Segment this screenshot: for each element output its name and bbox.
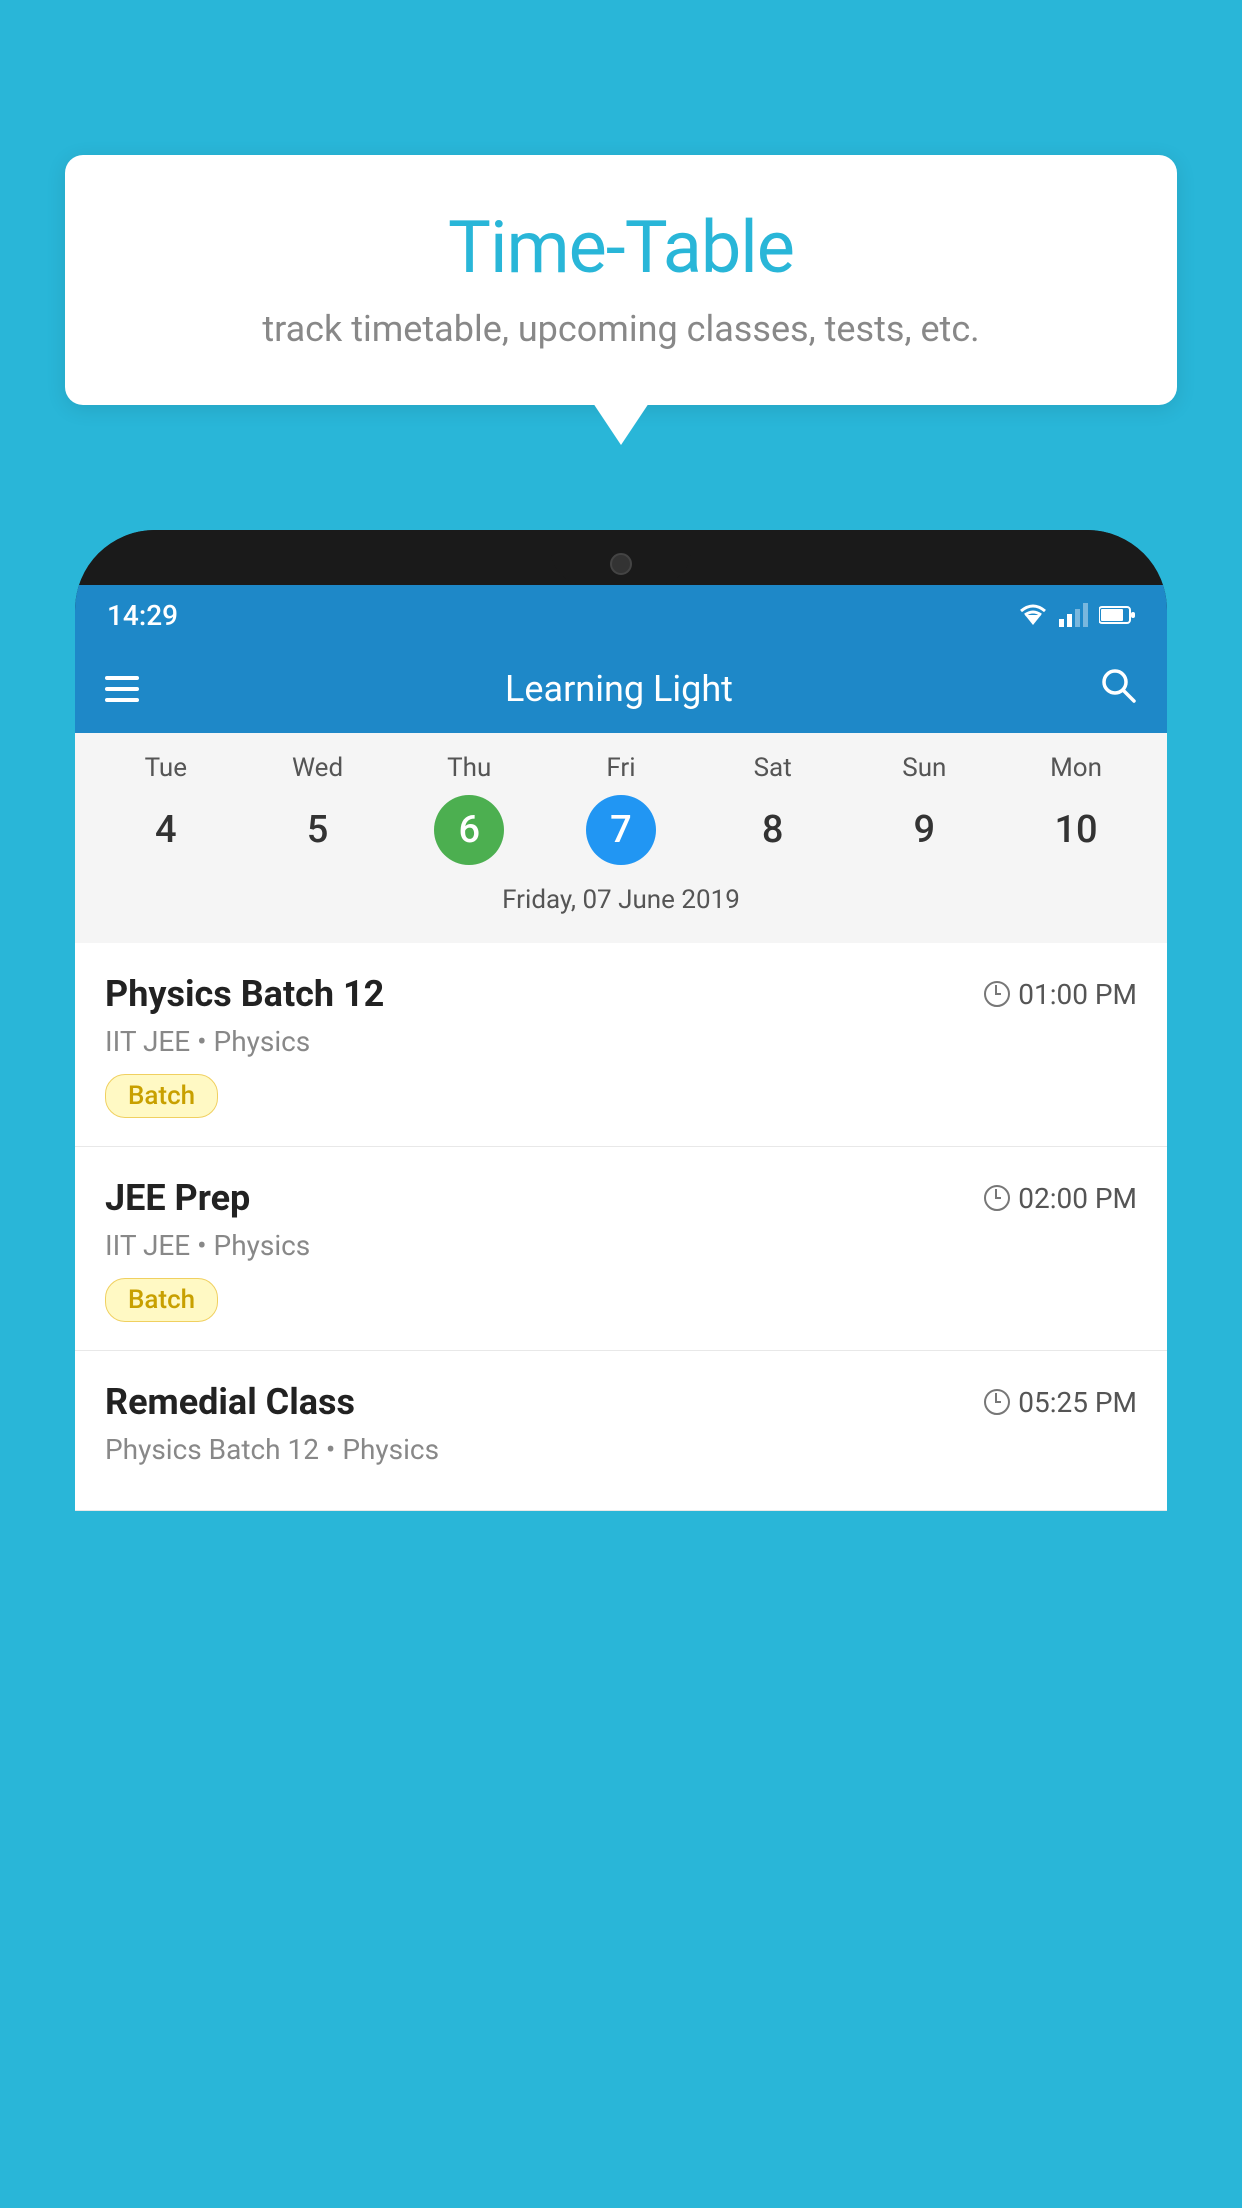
- class-header: Remedial Class 05:25 PM: [105, 1381, 1137, 1423]
- status-time: 14:29: [107, 599, 178, 632]
- class-header: JEE Prep 02:00 PM: [105, 1177, 1137, 1219]
- day-cell[interactable]: Thu 6: [404, 753, 534, 865]
- app-bar: Learning Light: [75, 645, 1167, 733]
- day-cell[interactable]: Wed 5: [253, 753, 383, 865]
- classes-list: Physics Batch 12 01:00 PM IIT JEE • Physic…: [75, 943, 1167, 1511]
- status-icons: [1017, 603, 1135, 627]
- phone-top-bar: [75, 530, 1167, 585]
- day-label: Tue: [145, 753, 187, 783]
- day-label: Mon: [1050, 753, 1102, 783]
- battery-icon: [1099, 605, 1135, 625]
- class-item[interactable]: Physics Batch 12 01:00 PM IIT JEE • Physic…: [75, 943, 1167, 1147]
- day-number[interactable]: 4: [131, 795, 201, 865]
- batch-tag: Batch: [105, 1074, 218, 1118]
- day-cell[interactable]: Tue 4: [101, 753, 231, 865]
- day-number[interactable]: 5: [283, 795, 353, 865]
- day-label: Wed: [292, 753, 343, 783]
- class-header: Physics Batch 12 01:00 PM: [105, 973, 1137, 1015]
- hamburger-icon[interactable]: [105, 676, 139, 702]
- day-number[interactable]: 9: [889, 795, 959, 865]
- selected-date-label: Friday, 07 June 2019: [75, 877, 1167, 933]
- time-text: 01:00 PM: [1018, 978, 1137, 1011]
- batch-tag: Batch: [105, 1278, 218, 1322]
- class-subtitle: IIT JEE • Physics: [105, 1229, 1137, 1262]
- class-item[interactable]: JEE Prep 02:00 PM IIT JEE • Physics Batch: [75, 1147, 1167, 1351]
- signal-icon: [1059, 603, 1089, 627]
- status-bar: 14:29: [75, 585, 1167, 645]
- class-name: Physics Batch 12: [105, 973, 384, 1015]
- notch: [551, 530, 691, 585]
- phone-frame: 14:29: [75, 530, 1167, 1511]
- speech-bubble: Time-Table track timetable, upcoming cla…: [65, 155, 1177, 405]
- wifi-icon: [1017, 603, 1049, 627]
- class-subtitle: Physics Batch 12 • Physics: [105, 1433, 1137, 1466]
- clock-icon: [984, 1389, 1010, 1415]
- day-label: Sun: [902, 753, 946, 783]
- day-label: Thu: [447, 753, 491, 783]
- phone-container: 14:29: [75, 530, 1167, 2208]
- bubble-title: Time-Table: [105, 205, 1137, 290]
- class-item[interactable]: Remedial Class 05:25 PM Physics Batch 12 •…: [75, 1351, 1167, 1511]
- app-bar-title: Learning Light: [505, 668, 733, 710]
- day-number[interactable]: 10: [1041, 795, 1111, 865]
- day-number[interactable]: 7: [586, 795, 656, 865]
- day-number[interactable]: 8: [738, 795, 808, 865]
- day-cell[interactable]: Sat 8: [708, 753, 838, 865]
- day-cell[interactable]: Sun 9: [859, 753, 989, 865]
- search-icon[interactable]: [1099, 666, 1137, 713]
- class-time: 01:00 PM: [984, 978, 1137, 1011]
- clock-icon: [984, 981, 1010, 1007]
- time-text: 05:25 PM: [1018, 1386, 1137, 1419]
- class-time: 02:00 PM: [984, 1182, 1137, 1215]
- bubble-subtitle: track timetable, upcoming classes, tests…: [105, 308, 1137, 350]
- day-number[interactable]: 6: [434, 795, 504, 865]
- camera: [610, 553, 632, 575]
- class-name: Remedial Class: [105, 1381, 355, 1423]
- calendar-strip: Tue 4 Wed 5 Thu 6 Fri 7 Sat 8 Sun 9 Mon 10 Friday, 07…: [75, 733, 1167, 943]
- day-label: Sat: [754, 753, 792, 783]
- day-cell[interactable]: Fri 7: [556, 753, 686, 865]
- time-text: 02:00 PM: [1018, 1182, 1137, 1215]
- class-subtitle: IIT JEE • Physics: [105, 1025, 1137, 1058]
- clock-icon: [984, 1185, 1010, 1211]
- speech-bubble-card: Time-Table track timetable, upcoming cla…: [65, 155, 1177, 405]
- class-name: JEE Prep: [105, 1177, 250, 1219]
- day-label: Fri: [606, 753, 635, 783]
- days-row: Tue 4 Wed 5 Thu 6 Fri 7 Sat 8 Sun 9 Mon 10: [75, 753, 1167, 865]
- day-cell[interactable]: Mon 10: [1011, 753, 1141, 865]
- class-time: 05:25 PM: [984, 1386, 1137, 1419]
